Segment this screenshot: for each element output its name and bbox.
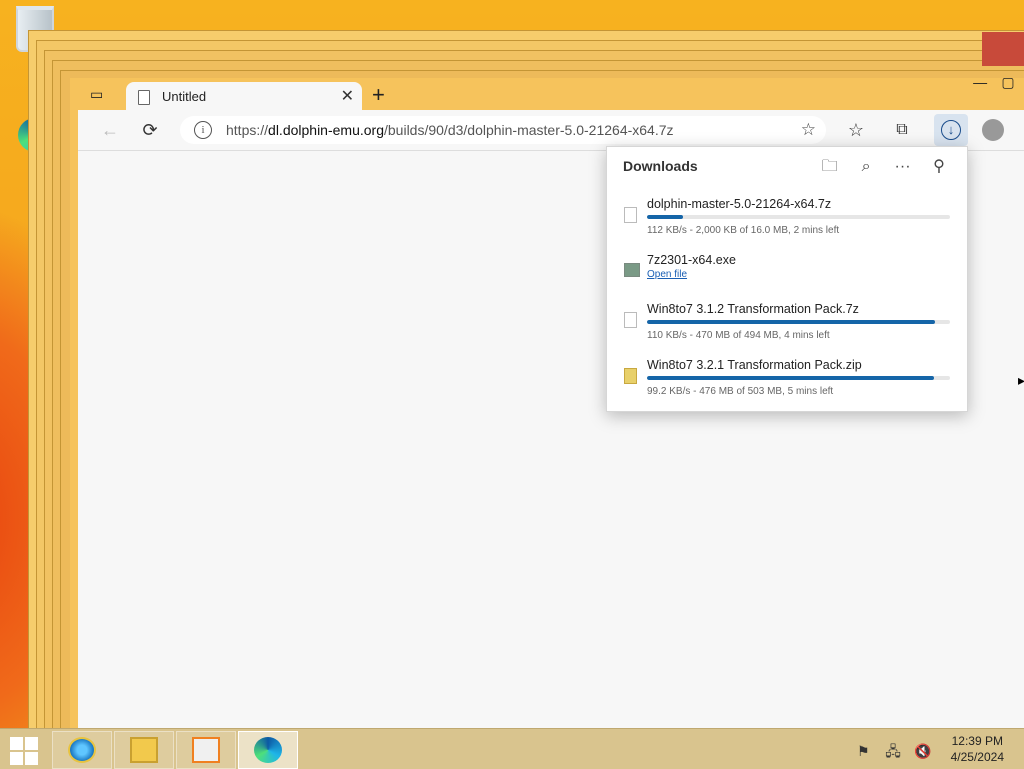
tab-untitled[interactable]: Untitled ✕ <box>126 82 362 112</box>
url-host: dl.dolphin-emu.org <box>268 122 384 138</box>
new-tab-button[interactable]: + <box>372 82 385 108</box>
page-icon <box>138 90 150 105</box>
avatar <box>982 119 1004 141</box>
download-filename: Win8to7 3.2.1 Transformation Pack.zip <box>647 358 862 372</box>
downloads-button[interactable]: ↓ <box>934 114 968 146</box>
clock[interactable]: 12:39 PM 4/25/2024 <box>951 733 1004 765</box>
taskbar: ⚑ 🖧 🔇 12:39 PM 4/25/2024 <box>0 728 1024 769</box>
downloads-panel: Downloads 🗀 ⌕ ··· ⚲ dolphin-master-5.0-2… <box>606 146 968 412</box>
taskbar-app-file-explorer[interactable] <box>114 731 174 769</box>
open-file-link[interactable]: Open file <box>647 269 687 280</box>
download-item[interactable]: Win8to7 3.1.2 Transformation Pack.7z 110… <box>607 302 967 352</box>
maximize-button[interactable]: ▢ <box>996 74 1020 91</box>
taskbar-app-internet-explorer[interactable] <box>52 731 112 769</box>
progress-fill <box>647 215 684 219</box>
download-status: 112 KB/s - 2,000 KB of 16.0 MB, 2 mins l… <box>647 225 840 236</box>
download-status: 110 KB/s - 470 MB of 494 MB, 4 mins left <box>647 330 830 341</box>
collections-button[interactable]: ⧉ <box>890 118 914 142</box>
action-center-flag-icon[interactable]: ⚑ <box>850 743 876 760</box>
downloads-header-actions: 🗀 ⌕ ··· ⚲ <box>814 155 955 182</box>
folder-icon <box>130 737 158 763</box>
download-icon: ↓ <box>941 120 961 140</box>
zip-file-icon <box>624 368 637 384</box>
window-controls: — ▢ <box>968 74 1020 91</box>
url-protocol: https:// <box>226 122 269 138</box>
windows-logo-icon <box>25 737 38 750</box>
download-progress-bar <box>647 376 950 380</box>
file-icon <box>624 312 637 328</box>
download-progress-bar <box>647 320 950 324</box>
system-tray: ⚑ 🖧 🔇 <box>850 741 936 765</box>
browser-toolbar: ← ⟳ i https://dl.dolphin-emu.org/builds/… <box>78 110 1024 150</box>
tab-actions-icon[interactable]: ▭ <box>90 86 106 102</box>
tab-strip: ▭ Untitled ✕ + — ▢ <box>70 74 1024 112</box>
file-icon <box>624 207 637 223</box>
open-folder-icon[interactable]: 🗀 <box>814 155 846 182</box>
tab-title: Untitled <box>162 89 207 104</box>
add-favorite-icon[interactable]: ☆ <box>801 120 816 140</box>
start-button[interactable] <box>8 735 38 765</box>
taskbar-app-microsoft-edge[interactable] <box>238 731 298 769</box>
download-status: 99.2 KB/s - 476 MB of 503 MB, 5 mins lef… <box>647 386 834 397</box>
download-filename: Win8to7 3.1.2 Transformation Pack.7z <box>647 302 859 316</box>
download-item[interactable]: Win8to7 3.2.1 Transformation Pack.zip 99… <box>607 358 967 408</box>
download-item[interactable]: 7z2301-x64.exe Open file <box>607 253 967 303</box>
taskbar-app-media-player[interactable] <box>176 731 236 769</box>
favorites-button[interactable]: ☆ <box>844 118 868 142</box>
url-text: https://dl.dolphin-emu.org/builds/90/d3/… <box>226 122 674 138</box>
internet-explorer-icon <box>68 737 96 763</box>
windows-logo-icon <box>10 737 23 750</box>
reload-button[interactable]: ⟳ <box>138 118 162 142</box>
mouse-cursor: ▸ <box>1018 372 1024 388</box>
download-filename: 7z2301-x64.exe <box>647 253 736 267</box>
address-bar[interactable]: i https://dl.dolphin-emu.org/builds/90/d… <box>180 116 826 144</box>
edge-icon <box>254 737 282 763</box>
profile-button[interactable] <box>982 118 1006 142</box>
clock-date: 4/25/2024 <box>950 750 1004 764</box>
progress-fill <box>647 376 934 380</box>
site-info-icon[interactable]: i <box>194 121 212 139</box>
clock-time: 12:39 PM <box>951 734 1003 748</box>
windows-logo-icon <box>10 752 23 765</box>
network-icon[interactable]: 🖧 <box>880 741 906 765</box>
search-icon[interactable]: ⌕ <box>850 158 882 176</box>
windows-logo-icon <box>25 752 38 765</box>
pin-icon[interactable]: ⚲ <box>923 156 955 176</box>
minimize-button[interactable]: — <box>968 74 992 90</box>
window-close-button[interactable] <box>982 52 1024 66</box>
exe-file-icon <box>624 263 640 277</box>
media-player-icon <box>192 737 220 763</box>
tab-close-icon[interactable]: ✕ <box>341 86 354 106</box>
volume-muted-icon[interactable]: 🔇 <box>910 743 936 760</box>
url-path: /builds/90/d3/dolphin-master-5.0-21264-x… <box>384 122 674 138</box>
download-filename: dolphin-master-5.0-21264-x64.7z <box>647 197 832 211</box>
download-item[interactable]: dolphin-master-5.0-21264-x64.7z 112 KB/s… <box>607 197 967 247</box>
more-options-icon[interactable]: ··· <box>887 158 919 176</box>
back-button[interactable]: ← <box>98 118 122 142</box>
downloads-title: Downloads <box>623 158 698 174</box>
progress-fill <box>647 320 935 324</box>
download-progress-bar <box>647 215 950 219</box>
